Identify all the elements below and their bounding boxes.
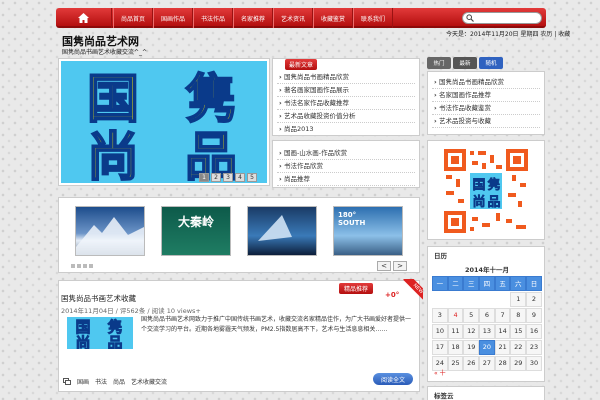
post-excerpt: 国隽尚品书画艺术网致力于推广中国传统书画艺术，收藏交流名家精品佳作，为广大书画爱… bbox=[141, 316, 412, 333]
search-input[interactable] bbox=[475, 13, 539, 23]
tab-random[interactable]: 随机 bbox=[479, 57, 503, 69]
calendar-day-with-post[interactable]: 4 bbox=[447, 307, 464, 323]
calendar-weekdays: 一 二 三 四 五 六 日 bbox=[432, 275, 542, 291]
guojun-logo: 国 隽 尚 品 bbox=[86, 69, 238, 189]
sidebar-list-item[interactable]: 书法作品收藏鉴赏 bbox=[432, 102, 540, 115]
svg-text:品: 品 bbox=[487, 195, 500, 210]
latest-article-link[interactable]: 著名画家国画作品展示 bbox=[277, 84, 415, 97]
slider-page-5[interactable]: 5 bbox=[247, 173, 257, 182]
calendar-today: 20 bbox=[479, 339, 495, 355]
site-subtitle: 国隽尚品书画艺术收藏交流^_^ bbox=[62, 49, 148, 56]
links-box: 国画-山水画-作品欣赏 书法作品欣赏 尚品推荐 bbox=[272, 140, 420, 188]
svg-text:隽: 隽 bbox=[185, 70, 237, 130]
tab-hot[interactable]: 热门 bbox=[427, 57, 451, 69]
qr-code-box: 国 隽 尚 品 bbox=[427, 140, 545, 240]
link-item[interactable]: 尚品推荐 bbox=[277, 173, 415, 186]
nav-item-5[interactable]: 艺术资讯 bbox=[273, 8, 313, 28]
svg-text:隽: 隽 bbox=[487, 177, 500, 193]
calendar-grid: 一 二 三 四 五 六 日 1 2 3 4 56789 10 11 12 13 14 15… bbox=[432, 275, 542, 371]
latest-articles-box: 最新文章 国隽尚品书画精品欣赏 著名画家国画作品展示 书法名家作品收藏推荐 艺术… bbox=[272, 58, 420, 136]
post-counter: +0° bbox=[385, 291, 400, 299]
tag-icon bbox=[63, 378, 71, 385]
sidebar-list-box: 国隽尚品书画精品欣赏 名家国画作品推荐 书法作品收藏鉴赏 艺术品投资与收藏 bbox=[427, 71, 545, 135]
post-tags: 国画 书法 尚品 艺术收藏交流 bbox=[63, 377, 167, 386]
carousel-dots bbox=[71, 264, 93, 268]
sidebar-list-item[interactable]: 名家国画作品推荐 bbox=[432, 89, 540, 102]
nav-item-2[interactable]: 国画作品 bbox=[153, 8, 193, 28]
nav-item-3[interactable]: 书法作品 bbox=[193, 8, 233, 28]
carousel-next-button[interactable]: > bbox=[393, 261, 407, 271]
featured-post-tab[interactable]: 精品推荐 bbox=[339, 283, 373, 294]
latest-article-link[interactable]: 书法名家作品收藏推荐 bbox=[277, 97, 415, 110]
search-box bbox=[462, 12, 542, 24]
featured-post: 精品推荐 +0° NEW 国隽尚品书画艺术收藏 2014年11月04日 / 评5… bbox=[58, 279, 423, 392]
nav-item-1[interactable]: 尚品首页 bbox=[113, 8, 153, 28]
carousel-prev-button[interactable]: < bbox=[377, 261, 391, 271]
slider-page-1[interactable]: 1 bbox=[199, 173, 209, 182]
home-button[interactable] bbox=[56, 8, 112, 28]
calendar-title: 日历 bbox=[434, 252, 447, 260]
svg-text:尚: 尚 bbox=[472, 194, 485, 210]
post-thumbnail[interactable]: 国 隽 尚 品 bbox=[67, 317, 133, 352]
post-title[interactable]: 国隽尚品书画艺术收藏 bbox=[61, 293, 136, 304]
home-icon bbox=[78, 13, 89, 23]
nav-item-4[interactable]: 名家推荐 bbox=[233, 8, 273, 28]
calendar-prev-month[interactable]: « 十 bbox=[434, 368, 446, 377]
slider-page-2[interactable]: 2 bbox=[211, 173, 221, 182]
slider-pager: 1 2 3 4 5 bbox=[199, 173, 257, 182]
svg-text:尚: 尚 bbox=[75, 334, 90, 349]
link-item[interactable]: 国画-山水画-作品欣赏 bbox=[277, 147, 415, 160]
thumbnail-qinling[interactable]: 大秦岭 bbox=[161, 206, 231, 256]
svg-text:品: 品 bbox=[107, 334, 122, 349]
latest-article-link[interactable]: 艺术品收藏投资价值分析 bbox=[277, 110, 415, 123]
post-meta: 2014年11月04日 / 评562条 / 阅读 10 views+ bbox=[61, 307, 201, 315]
latest-article-link[interactable]: 国隽尚品书画精品欣赏 bbox=[277, 71, 415, 84]
sidebar-list: 国隽尚品书画精品欣赏 名家国画作品推荐 书法作品收藏鉴赏 艺术品投资与收藏 bbox=[432, 76, 540, 128]
svg-text:国: 国 bbox=[472, 178, 485, 193]
sidebar-list-item[interactable]: 艺术品投资与收藏 bbox=[432, 115, 540, 128]
thumbnail-ocean[interactable] bbox=[247, 206, 317, 256]
latest-article-link[interactable]: 尚品2013 bbox=[277, 123, 415, 136]
calendar-widget: 日历 2014年十一月 一 二 三 四 五 六 日 1 2 3 4 56789 … bbox=[427, 246, 545, 382]
links-list: 国画-山水画-作品欣赏 书法作品欣赏 尚品推荐 bbox=[277, 147, 415, 186]
main-nav: 尚品首页 国画作品 书法作品 名家推荐 艺术资讯 收藏鉴赏 联系我们 bbox=[56, 8, 546, 28]
sidebar-tabs: 热门 最新 随机 bbox=[427, 57, 503, 69]
search-icon[interactable] bbox=[466, 14, 474, 22]
slider-page-3[interactable]: 3 bbox=[223, 173, 233, 182]
post-tag[interactable]: 尚品 bbox=[113, 377, 125, 386]
post-tag[interactable]: 书法 bbox=[95, 377, 107, 386]
thumbnail-mountain[interactable] bbox=[75, 206, 145, 256]
link-item[interactable]: 书法作品欣赏 bbox=[277, 160, 415, 173]
new-badge: NEW bbox=[399, 279, 423, 303]
nav-item-7[interactable]: 联系我们 bbox=[353, 8, 393, 28]
tags-widget-title: 标签云 bbox=[434, 392, 454, 400]
image-slider[interactable]: 国 隽 尚 品 1 2 3 4 5 bbox=[58, 58, 270, 189]
read-more-button[interactable]: 阅读全文 bbox=[373, 373, 413, 385]
slider-logo-image[interactable]: 国 隽 尚 品 bbox=[61, 61, 267, 189]
latest-articles-list: 国隽尚品书画精品欣赏 著名画家国画作品展示 书法名家作品收藏推荐 艺术品收藏投资… bbox=[277, 71, 415, 136]
svg-text:国: 国 bbox=[87, 70, 139, 130]
nav-item-6[interactable]: 收藏鉴赏 bbox=[313, 8, 353, 28]
slider-page-4[interactable]: 4 bbox=[235, 173, 245, 182]
tags-widget: 标签云 bbox=[427, 386, 545, 400]
calendar-day: 2 bbox=[526, 291, 542, 307]
post-tag[interactable]: 国画 bbox=[77, 377, 89, 386]
qr-code-image[interactable]: 国 隽 尚 品 bbox=[442, 147, 530, 235]
tab-latest[interactable]: 最新 bbox=[453, 57, 477, 69]
date-line: 今天是：2014年11月20日 星期四 农历 | 收藏 bbox=[446, 31, 571, 38]
latest-articles-tab[interactable]: 最新文章 bbox=[285, 59, 317, 70]
svg-text:尚: 尚 bbox=[87, 128, 139, 183]
calendar-day: 1 bbox=[510, 291, 527, 307]
post-tag[interactable]: 艺术收藏交流 bbox=[131, 377, 167, 386]
thumbnail-180-south[interactable]: 180° SOUTH bbox=[333, 206, 403, 256]
sidebar-list-item[interactable]: 国隽尚品书画精品欣赏 bbox=[432, 76, 540, 89]
calendar-month: 2014年十一月 bbox=[464, 266, 510, 274]
thumbnail-carousel: 大秦岭 180° SOUTH < > bbox=[58, 197, 420, 273]
